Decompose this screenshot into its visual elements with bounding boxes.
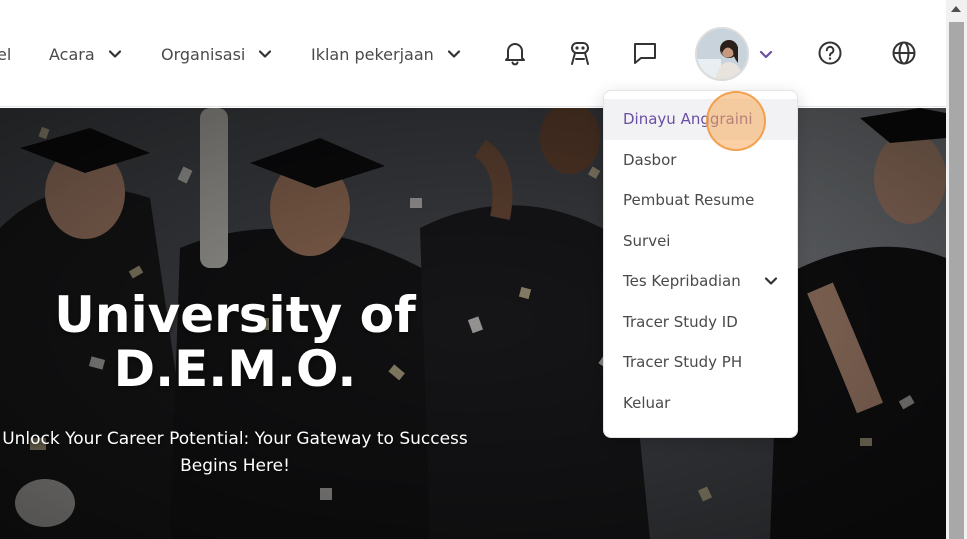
nav-item-label: Acara [49,44,95,64]
menu-item-tes-kepribadian[interactable]: Tes Kepribadian [604,261,797,302]
scroll-up-arrow-icon[interactable] [951,6,961,12]
menu-item-label: Dasbor [623,150,677,169]
robot-icon [571,42,589,65]
notifications-button[interactable] [500,38,530,68]
ai-assistant-button[interactable] [565,38,595,68]
nav-item-label: el [0,44,12,64]
hero-subtitle: Unlock Your Career Potential: Your Gatew… [0,426,480,480]
chevron-down-icon [259,50,272,58]
avatar[interactable] [695,27,749,81]
help-button[interactable] [815,38,845,68]
user-menu-dropdown: Dinayu Anggraini Dasbor Pembuat Resume S… [603,90,798,438]
hero-title-line: University of [54,286,416,344]
menu-item-pembuat-resume[interactable]: Pembuat Resume [604,180,797,221]
menu-item-dasbor[interactable]: Dasbor [604,140,797,181]
hero-subtitle-line: Begins Here! [180,456,290,476]
menu-item-label: Pembuat Resume [623,191,755,210]
messages-button[interactable] [630,38,660,68]
nav-item-label: Iklan pekerjaan [311,44,434,64]
nav-item-partial[interactable]: el [0,42,11,66]
menu-item-label: Keluar [623,393,671,412]
menu-item-label: Survei [623,231,671,250]
menu-item-tracer-study-id[interactable]: Tracer Study ID [604,302,797,343]
chevron-down-icon[interactable] [757,45,775,63]
hero-banner: University of D.E.M.O. Unlock Your Caree… [0,108,946,539]
nav-item-acara[interactable]: Acara [49,42,123,66]
hero-subtitle-line: Unlock Your Career Potential: Your Gatew… [2,429,468,449]
nav-item-label: Organisasi [161,44,246,64]
menu-item-label: Tracer Study ID [623,312,738,331]
chevron-down-icon [764,277,778,285]
menu-item-keluar[interactable]: Keluar [604,383,797,424]
chevron-down-icon [108,50,121,58]
globe-icon [892,41,916,65]
help-icon [818,41,842,65]
menu-item-label: Tracer Study PH [623,353,743,372]
chat-icon [634,43,656,64]
top-navbar: el Acara Organisasi Iklan pekerjaan [0,0,946,107]
menu-item-profile[interactable]: Dinayu Anggraini [604,99,797,140]
hero-title-line: D.E.M.O. [113,340,357,398]
chevron-down-icon [447,50,460,58]
nav-item-iklan-pekerjaan[interactable]: Iklan pekerjaan [311,42,462,66]
nav-item-organisasi[interactable]: Organisasi [161,42,273,66]
menu-item-survei[interactable]: Survei [604,221,797,262]
hero-title: University of D.E.M.O. [0,288,470,396]
click-indicator [706,91,766,151]
menu-item-label: Tes Kepribadian [623,272,741,291]
menu-item-tracer-study-ph[interactable]: Tracer Study PH [604,342,797,383]
bell-icon [505,43,525,66]
scrollbar-thumb[interactable] [949,22,964,539]
language-button[interactable] [889,38,919,68]
